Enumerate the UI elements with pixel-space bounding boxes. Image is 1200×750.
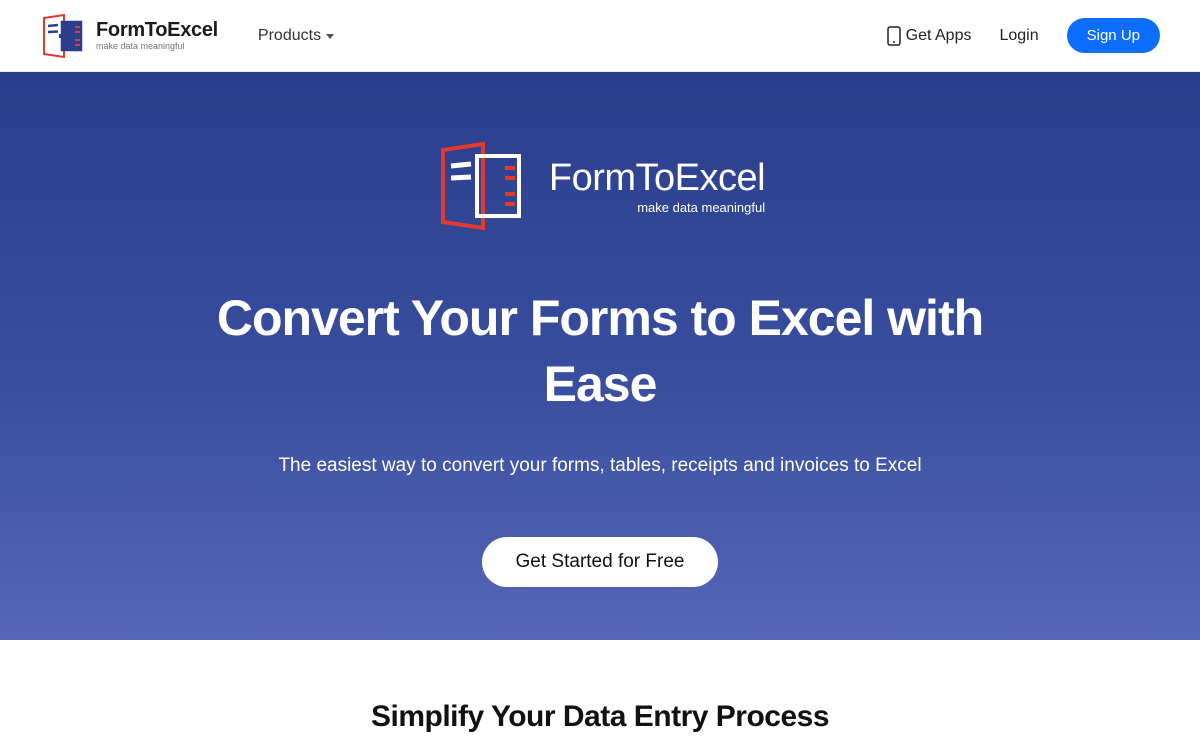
- brand-link[interactable]: FormToExcel make data meaningful: [40, 14, 218, 58]
- phone-icon: [887, 26, 901, 46]
- products-label: Products: [258, 27, 321, 45]
- get-apps-label: Get Apps: [906, 27, 972, 45]
- section-simplify: Simplify Your Data Entry Process: [0, 640, 1200, 734]
- login-link[interactable]: Login: [999, 27, 1038, 45]
- hero-logo-subtitle: make data meaningful: [637, 201, 765, 214]
- formtoexcel-logo-icon: [435, 142, 527, 230]
- hero-headline: Convert Your Forms to Excel with Ease: [210, 285, 990, 417]
- formtoexcel-logo-icon: [40, 14, 86, 58]
- brand-title: FormToExcel: [96, 20, 218, 40]
- hero-logo-title: FormToExcel: [549, 159, 765, 197]
- nav-left: FormToExcel make data meaningful Product…: [40, 14, 334, 58]
- get-started-button[interactable]: Get Started for Free: [482, 537, 719, 587]
- hero-logo-text: FormToExcel make data meaningful: [549, 159, 765, 214]
- nav-right: Get Apps Login Sign Up: [887, 18, 1160, 53]
- hero-logo: FormToExcel make data meaningful: [435, 142, 765, 230]
- brand-subtitle: make data meaningful: [96, 42, 218, 51]
- hero-subtext: The easiest way to convert your forms, t…: [278, 455, 921, 477]
- products-dropdown[interactable]: Products: [258, 27, 334, 45]
- brand-text: FormToExcel make data meaningful: [96, 20, 218, 51]
- hero-section: FormToExcel make data meaningful Convert…: [0, 72, 1200, 640]
- signup-button[interactable]: Sign Up: [1067, 18, 1160, 53]
- chevron-down-icon: [326, 34, 334, 39]
- get-apps-link[interactable]: Get Apps: [887, 26, 972, 46]
- section-simplify-title: Simplify Your Data Entry Process: [0, 700, 1200, 734]
- top-nav: FormToExcel make data meaningful Product…: [0, 0, 1200, 72]
